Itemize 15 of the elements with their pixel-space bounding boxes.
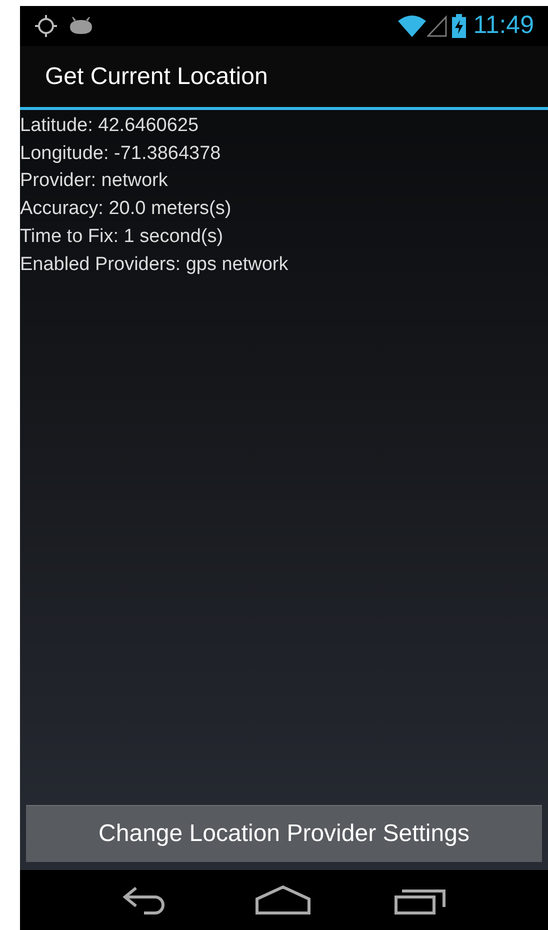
info-text: Latitude: 42.6460625 — [20, 114, 200, 138]
info-text: Time to Fix: 1 second(s) — [20, 224, 224, 249]
wifi-icon — [397, 14, 428, 38]
info-text: Accuracy: 20.0 meters(s) — [20, 197, 232, 222]
info-text: Longitude: -71.3864378 — [20, 142, 222, 166]
battery-charging-icon — [451, 14, 468, 38]
info-text: Enabled Providers: gps network — [20, 252, 290, 277]
clock-time: 11:49 — [473, 10, 534, 42]
settings-button[interactable]: Change Location Provider Settings — [26, 805, 542, 862]
cell-signal-icon — [427, 15, 448, 37]
android-icon — [68, 17, 94, 35]
app-title: Get Current Location — [45, 62, 268, 92]
info-text: Provider: network — [20, 169, 169, 194]
crosshair-icon — [34, 14, 58, 38]
home-icon[interactable] — [254, 885, 311, 915]
